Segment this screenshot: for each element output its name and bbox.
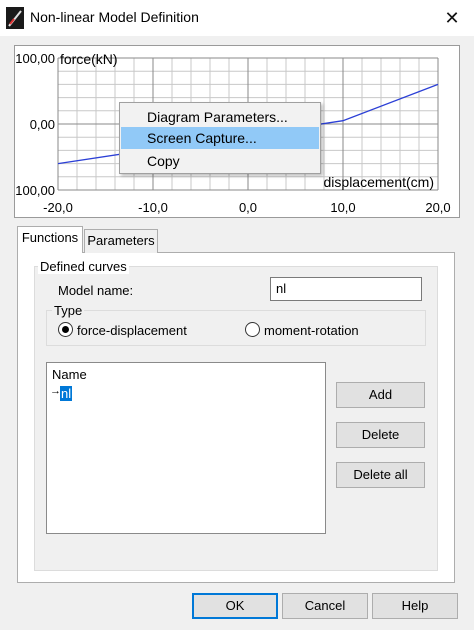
menu-item-screen-capture[interactable]: Screen Capture... xyxy=(121,127,319,149)
help-button[interactable]: Help xyxy=(372,593,458,619)
force-displacement-radio[interactable] xyxy=(58,322,73,337)
tab-functions[interactable]: Functions xyxy=(17,226,83,253)
moment-rotation-label: moment-rotation xyxy=(264,323,359,338)
window-title: Non-linear Model Definition xyxy=(30,9,199,25)
menu-item-diagram-parameters[interactable]: Diagram Parameters... xyxy=(121,106,319,128)
force-displacement-label: force-displacement xyxy=(77,323,187,338)
y-tick-label: 0,00 xyxy=(30,117,55,132)
moment-rotation-radio[interactable] xyxy=(245,322,260,337)
app-icon xyxy=(6,7,24,29)
defined-curves-label: Defined curves xyxy=(38,259,129,274)
delete-button[interactable]: Delete xyxy=(336,422,425,448)
list-item[interactable]: nl xyxy=(60,386,73,401)
x-tick-label: -20,0 xyxy=(43,200,73,215)
type-label: Type xyxy=(52,303,85,318)
tab-parameters[interactable]: Parameters xyxy=(84,229,158,253)
cancel-button[interactable]: Cancel xyxy=(282,593,368,619)
x-tick-label: -10,0 xyxy=(138,200,168,215)
close-icon[interactable]: ✕ xyxy=(432,2,472,34)
list-header-name: Name xyxy=(52,367,87,382)
model-name-label: Model name: xyxy=(58,283,134,298)
y-tick-label: 100,00 xyxy=(15,51,55,66)
radio-selected-dot xyxy=(62,326,69,333)
x-tick-label: 20,0 xyxy=(425,200,450,215)
context-menu: Diagram Parameters... Screen Capture... … xyxy=(119,102,321,174)
x-axis-label: displacement(cm) xyxy=(324,174,434,190)
x-tick-label: 10,0 xyxy=(330,200,355,215)
x-tick-label: 0,0 xyxy=(239,200,257,215)
add-button[interactable]: Add xyxy=(336,382,425,408)
list-item-label: nl xyxy=(60,386,73,401)
model-name-input[interactable]: nl xyxy=(270,277,422,301)
curve-list[interactable] xyxy=(46,362,326,534)
ok-button[interactable]: OK xyxy=(192,593,278,619)
y-axis-label: force(kN) xyxy=(60,51,118,67)
y-tick-label: 100,00 xyxy=(15,183,55,198)
menu-item-copy[interactable]: Copy xyxy=(121,150,319,172)
delete-all-button[interactable]: Delete all xyxy=(336,462,425,488)
